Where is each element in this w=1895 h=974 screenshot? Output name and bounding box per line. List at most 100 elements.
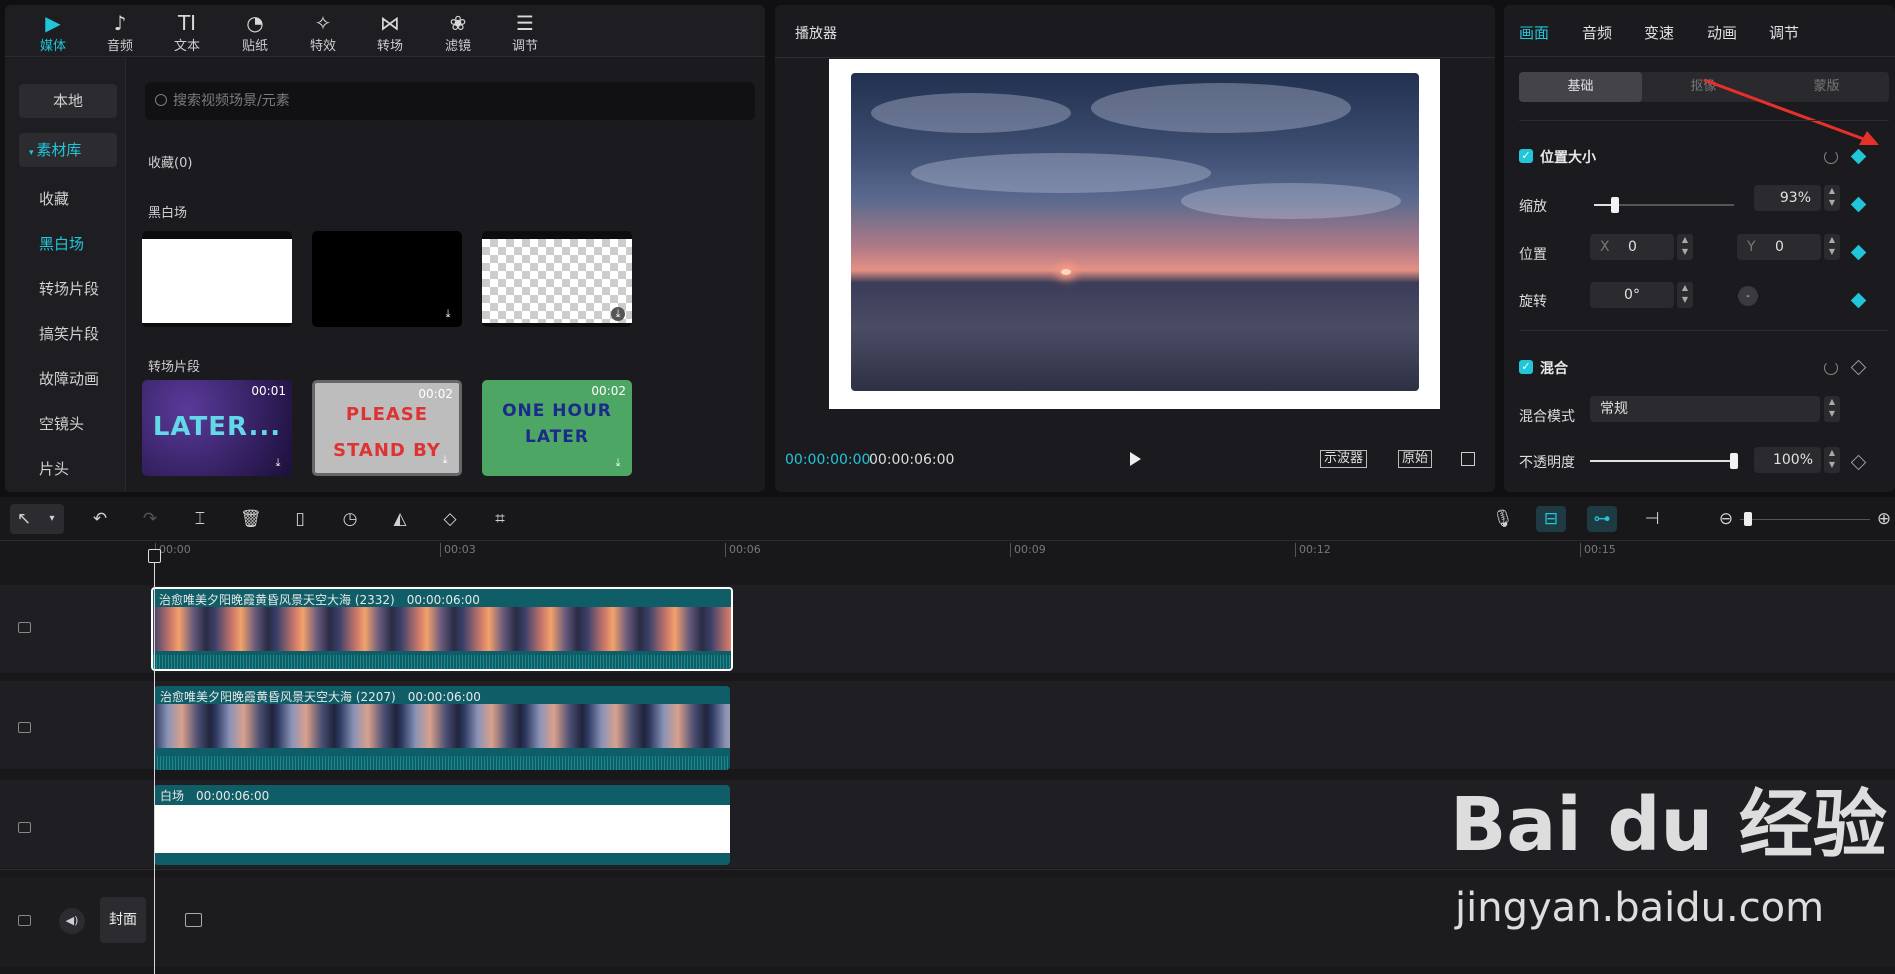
keyframe-icon[interactable] xyxy=(1850,359,1867,376)
microphone-icon[interactable]: 🎙 xyxy=(1492,509,1514,529)
zoom-out-icon[interactable]: ⊖ xyxy=(1716,509,1736,529)
nav-local[interactable]: 本地 xyxy=(19,84,117,118)
download-icon[interactable]: ⤓ xyxy=(611,307,625,321)
mute-icon[interactable]: ◀) xyxy=(59,908,85,934)
preview-axis-icon[interactable]: ⊣ xyxy=(1642,509,1662,529)
opacity-slider[interactable] xyxy=(1590,453,1738,469)
download-icon[interactable]: ⤓ xyxy=(271,456,285,470)
tab-audio[interactable]: ♪ 音频 xyxy=(90,11,150,57)
opacity-input[interactable]: 100% xyxy=(1754,447,1821,473)
scope-button[interactable]: 示波器 xyxy=(1320,450,1368,468)
nav-empty-shots[interactable]: 空镜头 xyxy=(19,407,117,441)
keyframe-icon[interactable] xyxy=(1850,196,1867,213)
position-x-input[interactable]: X0 xyxy=(1590,234,1674,260)
crop-icon[interactable]: ⌗ xyxy=(490,509,510,529)
rotate-dial[interactable]: - xyxy=(1738,286,1758,306)
download-icon[interactable]: ⤓ xyxy=(438,453,452,467)
tab-filter[interactable]: ❀ 滤镜 xyxy=(428,11,488,57)
tab-speed[interactable]: 变速 xyxy=(1644,22,1674,43)
select-cursor-icon[interactable]: ↖ xyxy=(14,509,34,529)
position-size-checkbox[interactable]: ✓ xyxy=(1519,149,1533,163)
thumb-later[interactable]: 00:01 LATER... ⤓ xyxy=(142,380,292,476)
zoom-slider[interactable] xyxy=(1740,512,1870,526)
nav-intro[interactable]: 片头 xyxy=(19,452,117,486)
blend-checkbox[interactable]: ✓ xyxy=(1519,360,1533,374)
properties-panel: 画面 音频 变速 动画 调节 基础 抠像 蒙版 ✓ 位置大小 缩放 93% ▲ ▼… xyxy=(1504,5,1895,492)
nav-glitch[interactable]: 故障动画 xyxy=(19,362,117,396)
tab-media[interactable]: ▶ 媒体 xyxy=(23,11,83,57)
blend-mode-dropdown[interactable]: ▲ ▼ xyxy=(1824,396,1840,422)
track-toggle-icon[interactable] xyxy=(18,915,31,926)
nav-transition-clips[interactable]: 转场片段 xyxy=(19,272,117,306)
zoom-in-icon[interactable]: ⊕ xyxy=(1874,509,1894,529)
keyframe-icon[interactable] xyxy=(1850,454,1867,471)
rotate-input[interactable]: 0° xyxy=(1590,282,1674,308)
track-toggle-icon[interactable] xyxy=(18,722,31,733)
fullscreen-icon[interactable] xyxy=(1461,452,1475,466)
opacity-stepper[interactable]: ▲ ▼ xyxy=(1824,447,1840,473)
keyframe-icon[interactable] xyxy=(1850,244,1867,261)
tab-picture[interactable]: 画面 xyxy=(1519,22,1549,43)
nav-favorites[interactable]: 收藏 xyxy=(19,182,117,216)
timeline-toolbar: ↖ ▾ ↶ ↷ ⌶ 🗑 ▯ ◷ ◭ ◇ ⌗ 🎙 ⊟ ⊶ ⊣ ⊖ ⊕ xyxy=(0,497,1895,541)
scale-slider[interactable] xyxy=(1594,197,1734,213)
video-preview[interactable] xyxy=(829,59,1440,409)
white-clip[interactable]: 白场 00:00:06:00 xyxy=(154,785,730,865)
download-icon[interactable]: ⤓ xyxy=(611,456,625,470)
tab-transition[interactable]: ⋈ 转场 xyxy=(360,11,420,57)
thumb-one-hour-later[interactable]: 00:02 ONE HOUR LATER ⤓ xyxy=(482,380,632,476)
video-clip-2[interactable]: 治愈唯美夕阳晚霞黄昏风景天空大海 (2207) 00:00:06:00 xyxy=(154,686,730,770)
mirror-icon[interactable]: ◭ xyxy=(390,509,410,529)
position-label: 位置 xyxy=(1519,247,1547,263)
thumb-black[interactable]: ⤓ xyxy=(312,231,462,327)
thumb-please-stand-by[interactable]: 00:02 PLEASE STAND BY ⤓ xyxy=(312,380,462,476)
redo-icon[interactable]: ↷ xyxy=(140,509,160,529)
position-y-stepper[interactable]: ▲ ▼ xyxy=(1824,234,1840,260)
sub-tab-basic[interactable]: 基础 xyxy=(1519,72,1642,102)
reverse-play-icon[interactable]: ◷ xyxy=(340,509,360,529)
rotate-stepper[interactable]: ▲ ▼ xyxy=(1677,282,1693,308)
reset-icon[interactable] xyxy=(1824,150,1838,164)
search-input[interactable]: 搜索视频场景/元素 xyxy=(145,82,755,120)
tab-effects[interactable]: ✧ 特效 xyxy=(293,11,353,57)
nav-funny-clips[interactable]: 搞笑片段 xyxy=(19,317,117,351)
scale-input[interactable]: 93% xyxy=(1754,185,1821,211)
position-y-input[interactable]: Y0 xyxy=(1737,234,1821,260)
track-toggle-icon[interactable] xyxy=(18,622,31,633)
freeze-icon[interactable]: ▯ xyxy=(290,509,310,529)
clip-duration: 00:00:06:00 xyxy=(407,690,481,704)
delete-icon[interactable]: 🗑 xyxy=(240,509,262,529)
thumb-transparent[interactable]: ⤓ xyxy=(482,231,632,327)
scale-stepper[interactable]: ▲ ▼ xyxy=(1824,185,1840,211)
original-ratio-button[interactable]: 原始 xyxy=(1398,450,1433,468)
split-icon[interactable]: ⌶ xyxy=(190,509,210,529)
blend-mode-select[interactable]: 常规 xyxy=(1590,396,1820,422)
snap-icon[interactable]: ⊟ xyxy=(1541,509,1561,529)
nav-library[interactable]: ▾ 素材库 xyxy=(19,133,117,167)
tab-prop-adjust[interactable]: 调节 xyxy=(1769,22,1799,43)
keyframe-icon[interactable] xyxy=(1850,148,1867,165)
position-x-stepper[interactable]: ▲ ▼ xyxy=(1677,234,1693,260)
track-toggle-icon[interactable] xyxy=(18,822,31,833)
cover-button[interactable]: 封面 xyxy=(100,897,146,943)
clip-duration: 00:02 xyxy=(591,384,626,398)
download-icon[interactable]: ⤓ xyxy=(441,307,455,321)
chevron-down-icon[interactable]: ▾ xyxy=(42,509,62,529)
tab-adjust[interactable]: ☰ 调节 xyxy=(495,11,555,57)
tab-prop-audio[interactable]: 音频 xyxy=(1582,22,1612,43)
nav-black-white[interactable]: 黑白场 xyxy=(19,227,117,261)
video-clip-1[interactable]: 治愈唯美夕阳晚霞黄昏风景天空大海 (2332) 00:00:06:00 xyxy=(151,587,733,671)
tab-sticker[interactable]: ◔ 贴纸 xyxy=(225,11,285,57)
clip-thumb-text: ONE HOUR LATER xyxy=(502,401,612,447)
tab-text[interactable]: TI 文本 xyxy=(157,11,217,57)
film-icon[interactable] xyxy=(185,913,202,927)
rotate-icon[interactable]: ◇ xyxy=(440,509,460,529)
keyframe-icon[interactable] xyxy=(1850,292,1867,309)
play-icon[interactable] xyxy=(1130,452,1141,466)
link-icon[interactable]: ⊶ xyxy=(1592,509,1612,529)
tab-animation[interactable]: 动画 xyxy=(1707,22,1737,43)
playhead[interactable] xyxy=(148,549,161,974)
undo-icon[interactable]: ↶ xyxy=(90,509,110,529)
reset-icon[interactable] xyxy=(1824,361,1838,375)
thumb-white[interactable] xyxy=(142,231,292,327)
